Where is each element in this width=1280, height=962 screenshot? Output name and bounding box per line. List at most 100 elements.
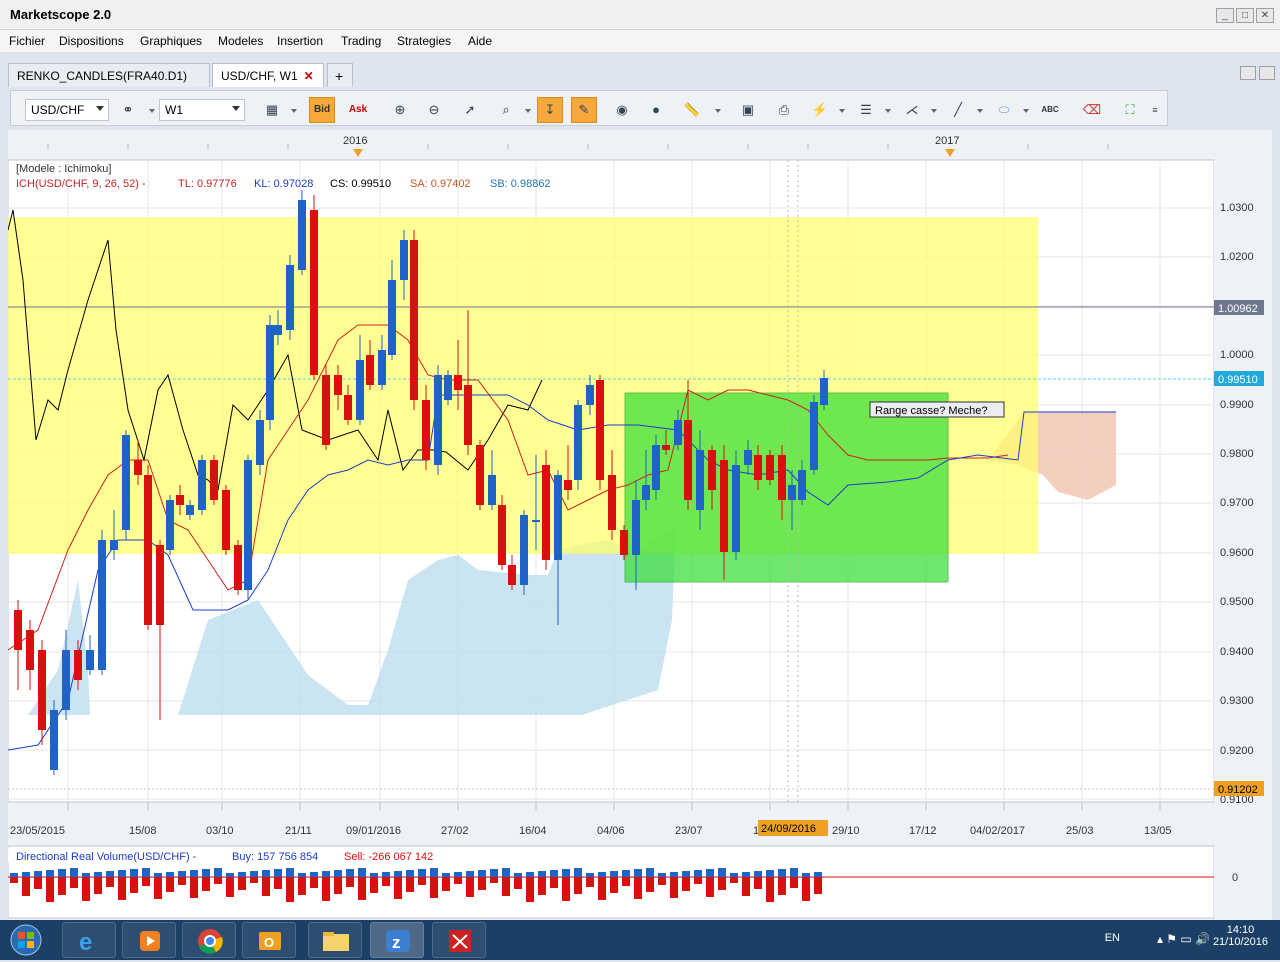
- marketscope-icon[interactable]: z: [370, 922, 424, 958]
- candle-body: [310, 210, 318, 375]
- tab-usdchf[interactable]: USD/CHF, W1 ✕: [212, 63, 324, 87]
- volume-bar-sell: [814, 877, 822, 894]
- volume-bar-buy: [646, 868, 654, 877]
- menu-dispositions[interactable]: Dispositions: [59, 34, 124, 48]
- tray-icons[interactable]: ▴ ⚑ ▭ 🔊: [1157, 932, 1210, 946]
- print-icon[interactable]: ⎙: [771, 97, 797, 123]
- image-icon[interactable]: ▣: [735, 97, 761, 123]
- chevron-down-icon[interactable]: [931, 109, 937, 113]
- zoom-out-icon[interactable]: ⊖: [421, 97, 447, 123]
- media-player-icon[interactable]: [122, 922, 176, 958]
- candle-body: [378, 350, 386, 385]
- volume-bar-sell: [766, 877, 774, 902]
- volume-bar-buy: [370, 873, 378, 877]
- volume-bar-sell: [46, 877, 54, 902]
- menu-fichier[interactable]: Fichier: [9, 34, 45, 48]
- outlook-icon[interactable]: O: [242, 922, 296, 958]
- comment-icon[interactable]: ✎: [571, 97, 597, 123]
- chevron-down-icon[interactable]: [291, 109, 297, 113]
- minimize-button[interactable]: _: [1216, 8, 1234, 23]
- symbol-select[interactable]: USD/CHF: [25, 99, 109, 121]
- volume-bar-sell: [706, 877, 714, 897]
- eye-icon[interactable]: ◉: [609, 97, 635, 123]
- candle-body: [14, 610, 22, 650]
- fan-icon[interactable]: ⋌: [899, 97, 925, 123]
- ie-icon[interactable]: e: [62, 922, 116, 958]
- chevron-down-icon[interactable]: [525, 109, 531, 113]
- cursor-icon[interactable]: ➚: [457, 97, 483, 123]
- chevron-down-icon[interactable]: [839, 109, 845, 113]
- volume-bar-buy: [682, 871, 690, 877]
- volume-bar-sell: [802, 877, 810, 901]
- start-button[interactable]: [4, 922, 48, 958]
- timeframe-select[interactable]: W1: [159, 99, 245, 121]
- volume-bar-sell: [430, 877, 438, 898]
- chart-minimize-button[interactable]: [1240, 66, 1256, 80]
- chrome-icon[interactable]: [182, 922, 236, 958]
- volume-bar-sell: [682, 877, 690, 891]
- pdf-icon[interactable]: [432, 922, 486, 958]
- lines-icon[interactable]: ☰: [853, 97, 879, 123]
- clock-time: 14:10: [1226, 924, 1255, 936]
- clock[interactable]: 14:10 21/10/2016: [1213, 924, 1268, 948]
- trendline-icon[interactable]: ╱: [945, 97, 971, 123]
- ruler-icon[interactable]: 📏: [679, 97, 705, 123]
- volume-bar-buy: [262, 870, 270, 877]
- menu-strategies[interactable]: Strategies: [397, 34, 451, 48]
- auto-scroll-icon[interactable]: ↧: [537, 97, 563, 123]
- volume-bar-buy: [706, 869, 714, 877]
- chevron-down-icon[interactable]: [149, 109, 155, 113]
- chevron-down-icon: [96, 106, 104, 111]
- svg-text:e: e: [79, 929, 92, 956]
- menu-modeles[interactable]: Modeles: [218, 34, 263, 48]
- link-icon[interactable]: ⚭: [115, 97, 141, 123]
- volume-zero-label: 0: [1232, 872, 1238, 884]
- explorer-icon[interactable]: [308, 922, 362, 958]
- volume-bar-buy: [766, 870, 774, 877]
- candle-body: [754, 455, 762, 480]
- zoom-in-icon[interactable]: ⊕: [387, 97, 413, 123]
- hierarchy-icon[interactable]: ⛶: [1117, 97, 1143, 123]
- menu-aide[interactable]: Aide: [468, 34, 492, 48]
- price-tag-current-text: 0.99510: [1218, 374, 1258, 386]
- ask-button[interactable]: Ask: [345, 97, 371, 123]
- text-tool-icon[interactable]: ABC: [1037, 97, 1063, 123]
- maximize-button[interactable]: □: [1236, 8, 1254, 23]
- menu-insertion[interactable]: Insertion: [277, 34, 323, 48]
- title-bar: Marketscope 2.0 _ □ ✕: [0, 0, 1280, 30]
- volume-bar-buy: [694, 870, 702, 877]
- menu-graphiques[interactable]: Graphiques: [140, 34, 202, 48]
- toolbar-options-icon[interactable]: ≡: [1147, 97, 1163, 123]
- eraser-icon[interactable]: ⌫: [1079, 97, 1105, 123]
- legend-span-a: SA: 0.97402: [410, 178, 471, 190]
- chevron-down-icon[interactable]: [977, 109, 983, 113]
- volume-bar-sell: [418, 877, 426, 885]
- chevron-down-icon[interactable]: [715, 109, 721, 113]
- chart-type-icon[interactable]: ▦: [259, 97, 285, 123]
- candle-body: [176, 495, 184, 505]
- volume-bar-buy: [802, 873, 810, 877]
- tab-renko[interactable]: RENKO_CANDLES(FRA40.D1): [8, 63, 210, 87]
- range-rectangle-green[interactable]: [624, 392, 949, 583]
- close-button[interactable]: ✕: [1256, 8, 1274, 23]
- volume-bar-sell: [754, 877, 762, 889]
- bid-button[interactable]: Bid: [309, 97, 335, 123]
- candle-body: [810, 402, 818, 470]
- close-tab-icon[interactable]: ✕: [304, 69, 314, 83]
- indicator-icon[interactable]: ⚡: [807, 97, 833, 123]
- candle-body: [542, 465, 550, 560]
- chevron-down-icon[interactable]: [885, 109, 891, 113]
- volume-bar-sell: [70, 877, 78, 888]
- zoom-area-icon[interactable]: ⌕: [493, 97, 519, 123]
- ellipse-icon[interactable]: ⬭: [991, 97, 1017, 123]
- language-indicator[interactable]: EN: [1105, 932, 1120, 944]
- candle-body: [286, 265, 294, 330]
- chart-close-button[interactable]: [1259, 66, 1275, 80]
- menu-trading[interactable]: Trading: [341, 34, 381, 48]
- add-tab-button[interactable]: +: [327, 63, 353, 87]
- chevron-down-icon[interactable]: [1023, 109, 1029, 113]
- ichimoku-chart[interactable]: 2016 2017 [Modele : Ichimoku] ICH(USD/CH…: [7, 130, 1272, 922]
- date-tick: 16/04: [519, 825, 547, 837]
- svg-text:O: O: [264, 935, 274, 950]
- globe-icon[interactable]: ●: [643, 97, 669, 123]
